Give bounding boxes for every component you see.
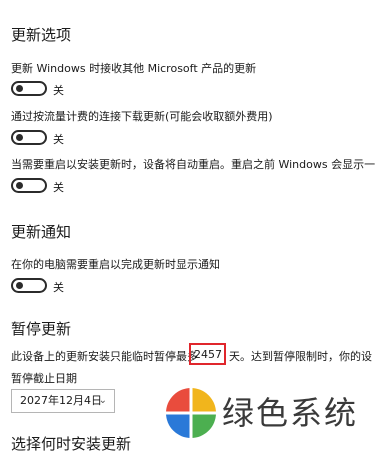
metered-download-toggle[interactable] — [11, 130, 47, 145]
update-options-title: 更新选项 — [11, 26, 72, 44]
restart-notification-toggle[interactable] — [11, 278, 47, 293]
pause-until-date-value: 2027年12月4日 — [20, 394, 102, 407]
pause-until-label: 暂停截止日期 — [11, 372, 77, 385]
receive-other-products-toggle[interactable] — [11, 81, 47, 96]
pause-info-text-before: 此设备上的更新安装只能临时暂停最多 — [11, 350, 198, 363]
toggle-state-label: 关 — [53, 181, 64, 194]
days-highlight-box — [189, 343, 226, 365]
toggle-knob — [16, 85, 23, 92]
pause-info-text-after: 天。达到暂停限制时，你的设 — [229, 350, 372, 363]
update-notifications-title: 更新通知 — [11, 223, 72, 241]
toggle-state-label: 关 — [53, 281, 64, 294]
watermark-brand-text: 绿色系统 — [222, 394, 359, 432]
toggle-state-label: 关 — [53, 133, 64, 146]
watermark-logo: 绿色系统 — [160, 380, 386, 445]
pause-updates-title: 暂停更新 — [11, 320, 72, 338]
pause-until-date-dropdown[interactable]: 2027年12月4日 ⌄ — [11, 389, 115, 413]
toggle-knob — [16, 134, 23, 141]
chevron-down-icon: ⌄ — [98, 395, 107, 406]
toggle-knob — [16, 182, 23, 189]
restart-notification-label: 在你的电脑需要重启以完成更新时显示通知 — [11, 258, 220, 271]
option-metered-download-label: 通过按流量计费的连接下载更新(可能会收取额外费用) — [11, 110, 273, 123]
install-time-title: 选择何时安装更新 — [11, 435, 132, 453]
option-auto-restart-label: 当需要重启以安装更新时，设备将自动重启。重启之前 Windows 会显示一 — [11, 158, 376, 171]
toggle-state-label: 关 — [53, 84, 64, 97]
option-receive-other-products-label: 更新 Windows 时接收其他 Microsoft 产品的更新 — [11, 62, 257, 75]
toggle-knob — [16, 282, 23, 289]
windows-logo-icon — [164, 386, 218, 440]
auto-restart-toggle[interactable] — [11, 178, 47, 193]
